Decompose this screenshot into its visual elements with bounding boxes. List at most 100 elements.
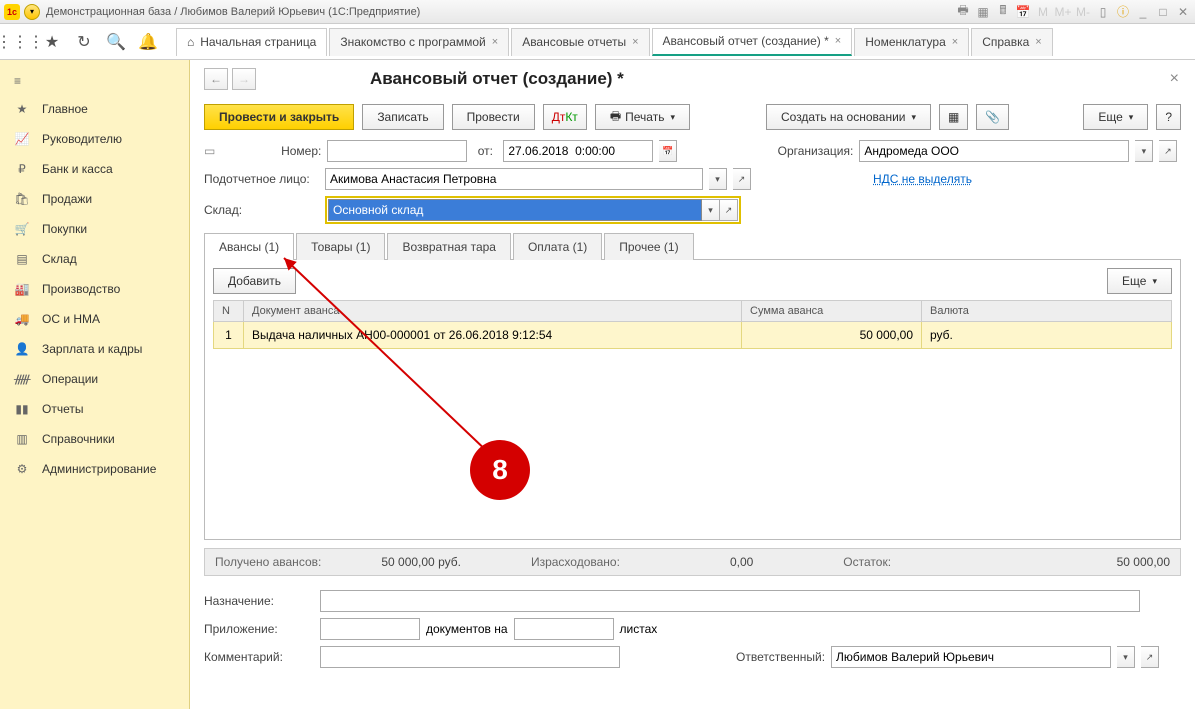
responsible-input[interactable] [831,646,1111,668]
purpose-input[interactable] [320,590,1140,612]
sidebar-label: Главное [42,102,88,116]
create-based-button[interactable]: Создать на основании▾ [766,104,931,130]
tab-advance-report-new[interactable]: Авансовый отчет (создание) *× [652,28,853,56]
subtab-advances[interactable]: Авансы (1) [204,233,294,260]
add-button[interactable]: Добавить [213,268,296,294]
tab-label: Знакомство с программой [340,35,485,49]
subtab-return[interactable]: Возвратная тара [387,233,511,260]
person-input[interactable] [325,168,703,190]
subtab-goods[interactable]: Товары (1) [296,233,385,260]
col-doc[interactable]: Документ аванса [244,301,742,322]
dt-kt-button[interactable]: ДтКт [543,104,587,130]
sidebar-label: Справочники [42,432,115,446]
help-button[interactable]: ? [1156,104,1181,130]
responsible-label: Ответственный: [736,650,825,664]
post-button[interactable]: Провести [452,104,535,130]
dropdown-icon[interactable]: ▾ [24,4,40,20]
post-close-button[interactable]: Провести и закрыть [204,104,354,130]
sheets-label: листах [620,622,658,636]
page-title: Авансовый отчет (создание) * [370,69,624,89]
sidebar-item-assets[interactable]: 🚚ОС и НМА [0,304,189,334]
link-button[interactable]: ▦ [939,104,968,130]
org-open[interactable]: ↗ [1159,140,1177,162]
sidebar-item-main[interactable]: ★Главное [0,94,189,124]
mminus-icon[interactable]: M- [1075,4,1091,20]
sidebar-item-manager[interactable]: 📈Руководителю [0,124,189,154]
m-icon[interactable]: M [1035,4,1051,20]
sidebar-item-production[interactable]: 🏭Производство [0,274,189,304]
tab-help[interactable]: Справка × [971,28,1053,56]
warehouse-open[interactable]: ↗ [720,199,738,221]
person-dropdown[interactable]: ▾ [709,168,727,190]
back-button[interactable]: ← [204,68,228,90]
tab-advance-reports[interactable]: Авансовые отчеты× [511,28,649,56]
print-icon[interactable]: 🖶 [955,4,971,20]
tab-intro[interactable]: Знакомство с программой × [329,28,509,56]
warehouse-input[interactable] [328,199,702,221]
forward-button[interactable]: → [232,68,256,90]
org-dropdown[interactable]: ▾ [1135,140,1153,162]
sidebar-item-sales[interactable]: 🛍Продажи [0,184,189,214]
table-row[interactable]: 1 Выдача наличных АН00-000001 от 26.06.2… [214,322,1172,349]
sidebar-item-catalogs[interactable]: ▥Справочники [0,424,189,454]
content: × ← → Авансовый отчет (создание) * Прове… [190,60,1195,709]
star-icon[interactable]: ★ [40,30,64,54]
info-icon[interactable]: ⓘ [1115,4,1131,20]
sidebar-item-bank[interactable]: ₽Банк и касса [0,154,189,184]
sidebar-item-reports[interactable]: ▮▮Отчеты [0,394,189,424]
close-icon[interactable]: × [632,36,638,48]
col-n[interactable]: N [214,301,244,322]
subtab-other[interactable]: Прочее (1) [604,233,693,260]
close-icon[interactable]: × [835,35,841,47]
close-icon[interactable]: ✕ [1175,4,1191,20]
menu-icon[interactable]: ≡ [0,68,189,94]
page-close-icon[interactable]: × [1170,70,1179,88]
comment-input[interactable] [320,646,620,668]
col-cur[interactable]: Валюта [922,301,1172,322]
doc-icon[interactable]: ▦ [975,4,991,20]
number-input[interactable] [327,140,467,162]
calc-icon[interactable]: 🖩 [995,4,1011,20]
close-icon[interactable]: × [952,36,958,48]
sidebar-item-operations[interactable]: ᚏОперации [0,364,189,394]
person-open[interactable]: ↗ [733,168,751,190]
mplus-icon[interactable]: M+ [1055,4,1071,20]
save-button[interactable]: Записать [362,104,443,130]
apps-icon[interactable]: ⋮⋮⋮ [8,30,32,54]
maximize-icon[interactable]: □ [1155,4,1171,20]
sidebar: ≡ ★Главное 📈Руководителю ₽Банк и касса 🛍… [0,60,190,709]
sidebar-item-admin[interactable]: ⚙Администрирование [0,454,189,484]
vat-link[interactable]: НДС не выделять [873,172,972,186]
close-icon[interactable]: × [1035,36,1041,48]
warehouse-dropdown[interactable]: ▾ [702,199,720,221]
col-sum[interactable]: Сумма аванса [742,301,922,322]
responsible-open[interactable]: ↗ [1141,646,1159,668]
panel-icon[interactable]: ▯ [1095,4,1111,20]
sidebar-item-purchases[interactable]: 🛒Покупки [0,214,189,244]
date-input[interactable] [503,140,653,162]
bag-icon: 🛍 [14,192,30,206]
history-icon[interactable]: ↻ [72,30,96,54]
search-icon[interactable]: 🔍 [104,30,128,54]
attach-button[interactable]: 📎 [976,104,1009,130]
tab-nomenclature[interactable]: Номенклатура× [854,28,969,56]
tab-home[interactable]: ⌂Начальная страница [176,28,327,56]
responsible-dropdown[interactable]: ▾ [1117,646,1135,668]
subtab-payment[interactable]: Оплата (1) [513,233,602,260]
cell-n: 1 [214,322,244,349]
calendar-button[interactable]: 📅 [659,140,677,162]
sidebar-label: Зарплата и кадры [42,342,142,356]
calendar-icon[interactable]: 📅 [1015,4,1031,20]
org-input[interactable] [859,140,1129,162]
print-button[interactable]: 🖶Печать▾ [595,104,690,130]
sidebar-item-warehouse[interactable]: ▤Склад [0,244,189,274]
sidebar-item-hr[interactable]: 👤Зарплата и кадры [0,334,189,364]
sheets-count-input[interactable] [514,618,614,640]
tab-label: Справка [982,35,1029,49]
bell-icon[interactable]: 🔔 [136,30,160,54]
docs-count-input[interactable] [320,618,420,640]
more-button[interactable]: Еще▾ [1083,104,1148,130]
minimize-icon[interactable]: _ [1135,4,1151,20]
panel-more-button[interactable]: Еще▾ [1107,268,1172,294]
close-icon[interactable]: × [492,36,498,48]
